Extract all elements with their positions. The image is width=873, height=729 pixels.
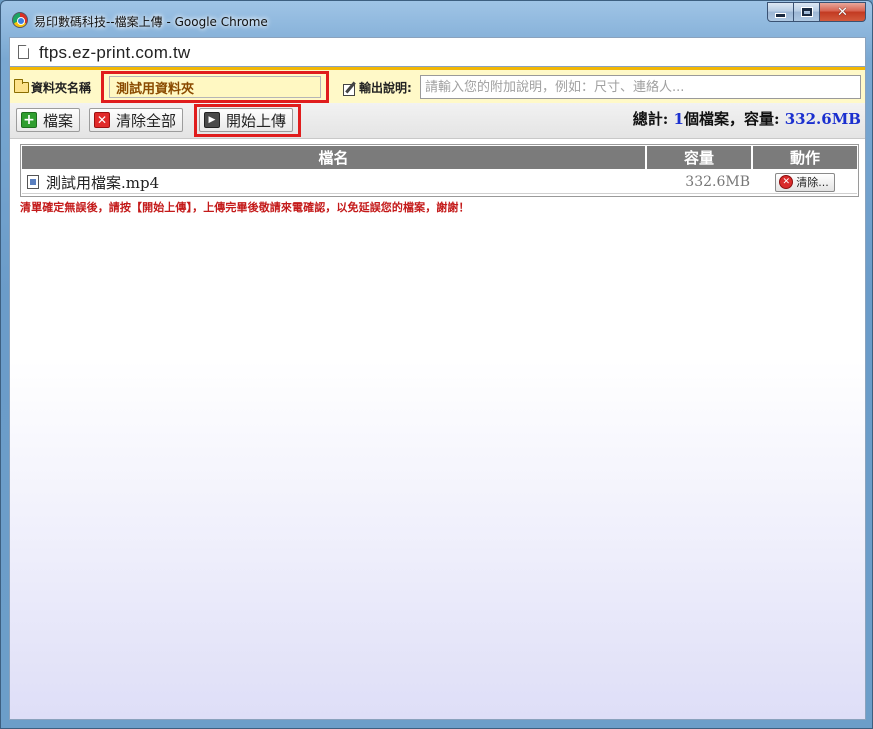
folder-input-highlight — [101, 71, 329, 103]
folder-icon — [14, 79, 29, 93]
table-header: 檔名 容量 動作 — [22, 146, 857, 169]
page-icon — [18, 45, 29, 59]
url-text[interactable]: ftps.ez-print.com.tw — [39, 43, 190, 63]
summary-mid: 個檔案，容量: — [683, 110, 785, 128]
start-upload-button[interactable]: ▶ 開始上傳 — [199, 108, 294, 132]
folder-name-label: 資料夾名稱 — [14, 79, 91, 96]
total-size: 332.6MB — [784, 110, 861, 128]
summary-prefix: 總計: — [632, 110, 674, 128]
output-note-label: 輸出說明: — [342, 79, 412, 96]
address-bar[interactable]: ftps.ez-print.com.tw — [9, 37, 866, 66]
chrome-logo-icon — [12, 12, 28, 28]
browser-window: 易印數碼科技--檔案上傳 - Google Chrome ✕ ftps.ez-p… — [0, 0, 873, 729]
video-file-icon — [27, 175, 39, 189]
file-table: 檔名 容量 動作 測試用檔案.mp4 332.6MB ✕ 清除... — [20, 144, 859, 197]
window-title: 易印數碼科技--檔案上傳 - Google Chrome — [34, 15, 268, 29]
remove-file-label: 清除... — [796, 176, 829, 189]
header-filename: 檔名 — [22, 146, 647, 169]
folder-bar: 資料夾名稱 輸出說明: — [10, 67, 865, 103]
play-icon: ▶ — [204, 112, 220, 128]
upload-summary: 總計: 1個檔案，容量: 332.6MB — [633, 108, 861, 129]
minimize-icon — [776, 13, 785, 17]
clear-all-button[interactable]: ✕ 清除全部 — [89, 108, 184, 132]
start-upload-label: 開始上傳 — [226, 111, 287, 130]
file-count: 1 — [673, 110, 684, 128]
maximize-icon — [801, 8, 812, 16]
add-file-button[interactable]: + 檔案 — [16, 108, 81, 132]
output-note-input[interactable] — [420, 75, 861, 99]
edit-note-icon — [342, 81, 358, 96]
maximize-button[interactable] — [794, 2, 820, 22]
remove-file-button[interactable]: ✕ 清除... — [775, 172, 835, 192]
header-size: 容量 — [647, 146, 753, 169]
output-note-label-text: 輸出說明: — [359, 81, 412, 95]
file-name: 測試用檔案.mp4 — [46, 173, 160, 192]
clear-all-label: 清除全部 — [116, 111, 177, 130]
close-icon: ✕ — [837, 4, 848, 20]
upload-notice: 清單確定無誤後，請按【開始上傳】，上傳完畢後敬請來電確認，以免延誤您的檔案，謝謝… — [20, 201, 470, 214]
header-action: 動作 — [753, 146, 857, 169]
folder-name-input[interactable] — [109, 76, 321, 98]
close-button[interactable]: ✕ — [820, 2, 866, 22]
clear-x-icon: ✕ — [94, 112, 110, 128]
minimize-button[interactable] — [767, 2, 794, 22]
add-file-label: 檔案 — [43, 111, 74, 130]
page-content: 資料夾名稱 輸出說明: + 檔案 ✕ 清除全部 ▶ 開始上傳 — [9, 66, 866, 720]
folder-name-label-text: 資料夾名稱 — [31, 81, 92, 95]
plus-icon: + — [21, 112, 37, 128]
remove-x-icon: ✕ — [779, 175, 794, 189]
file-action-cell: ✕ 清除... — [753, 172, 857, 192]
title-bar[interactable]: 易印數碼科技--檔案上傳 - Google Chrome ✕ — [1, 1, 872, 37]
toolbar: + 檔案 ✕ 清除全部 ▶ 開始上傳 總計: 1個檔案，容量: 332.6MB — [10, 103, 865, 139]
table-row: 測試用檔案.mp4 332.6MB ✕ 清除... — [22, 171, 857, 194]
window-controls: ✕ — [767, 2, 866, 22]
file-size: 332.6MB — [685, 174, 750, 190]
